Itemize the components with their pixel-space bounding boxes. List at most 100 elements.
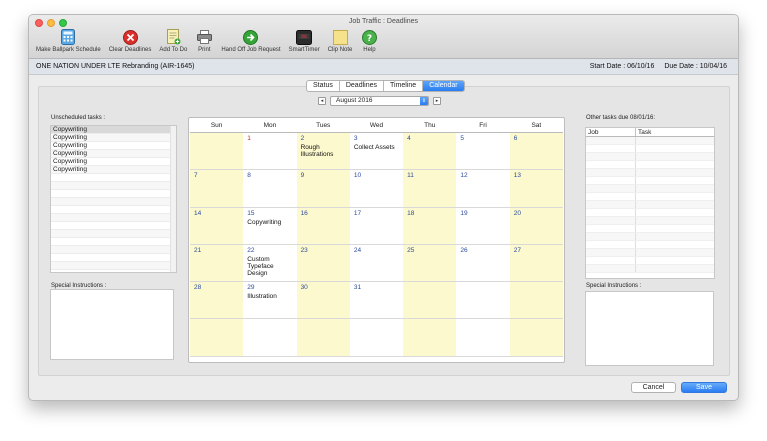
tab-deadlines[interactable]: Deadlines [340, 81, 384, 91]
calendar-day-cell[interactable]: 15 Copywriting [243, 208, 297, 245]
special-instructions-right-input[interactable] [585, 291, 714, 366]
table-row[interactable] [586, 177, 714, 185]
calendar-day-cell[interactable]: 28 [190, 282, 244, 320]
table-row[interactable] [586, 185, 714, 193]
table-row[interactable] [586, 225, 714, 233]
calendar-day-cell[interactable]: 6 [509, 133, 563, 171]
calendar-day-cell[interactable]: 8 [243, 170, 297, 208]
table-row[interactable] [586, 137, 714, 145]
calendar-day-cell[interactable]: 16 [296, 207, 350, 245]
print-button[interactable]: Print [191, 28, 217, 53]
table-row[interactable] [586, 193, 714, 201]
table-row[interactable] [586, 217, 714, 225]
table-row[interactable] [586, 265, 714, 273]
calendar-day-cell[interactable]: 9 [296, 170, 350, 208]
table-row[interactable] [586, 169, 714, 177]
list-item-empty[interactable] [51, 262, 176, 270]
next-month-button[interactable]: ▸ [433, 97, 441, 105]
list-item[interactable]: Copywriting [51, 150, 176, 158]
calendar-day-cell[interactable]: 4 [403, 133, 457, 171]
table-row[interactable] [586, 145, 714, 153]
calendar-day-cell[interactable] [456, 282, 510, 320]
list-item[interactable]: Copywriting [51, 126, 176, 134]
tab-status[interactable]: Status [307, 81, 340, 91]
calendar-day-cell[interactable]: 1 [243, 133, 297, 171]
calendar-day-cell[interactable]: 19 [456, 208, 510, 245]
calendar-day-cell[interactable]: 18 [403, 207, 457, 245]
calendar-day-cell[interactable]: 3 Collect Assets [349, 133, 404, 171]
calendar-day-cell[interactable]: 10 [349, 170, 404, 208]
list-item[interactable]: Copywriting [51, 134, 176, 142]
table-row[interactable] [586, 153, 714, 161]
smart-timer-button[interactable]: 88 SmartTimer [285, 28, 324, 53]
calendar-day-cell[interactable]: 25 [403, 244, 457, 283]
list-item-empty[interactable] [51, 190, 176, 198]
calendar-day-cell[interactable]: 26 [456, 245, 510, 283]
calendar-event[interactable]: Rough Illustrations [301, 144, 346, 158]
calendar-day-cell[interactable]: 27 [509, 244, 563, 283]
list-item[interactable]: Copywriting [51, 166, 176, 174]
column-header-job[interactable]: Job [586, 128, 636, 136]
calendar-event[interactable]: Collect Assets [354, 144, 399, 151]
calendar-day-cell[interactable]: 5 [456, 133, 510, 171]
list-item-empty[interactable] [51, 238, 176, 246]
list-item-empty[interactable] [51, 182, 176, 190]
list-item-empty[interactable] [51, 174, 176, 182]
list-item[interactable]: Copywriting [51, 158, 176, 166]
calendar-event[interactable]: Copywriting [247, 219, 292, 226]
cancel-button[interactable]: Cancel [631, 382, 676, 393]
calendar-day-cell[interactable]: 23 [296, 244, 350, 283]
add-to-do-button[interactable]: Add To Do [155, 28, 191, 53]
help-button[interactable]: ? Help [356, 28, 382, 53]
calendar-day-cell[interactable]: 7 [190, 170, 244, 208]
special-instructions-left-input[interactable] [50, 289, 174, 360]
calendar-day-cell[interactable]: 24 [349, 245, 404, 283]
other-tasks-table[interactable]: Job Task [585, 127, 715, 279]
prev-month-button[interactable]: ◂ [318, 97, 326, 105]
table-row[interactable] [586, 161, 714, 169]
calendar-day-cell[interactable]: 14 [190, 207, 244, 245]
calendar-day-cell[interactable]: 20 [509, 207, 563, 245]
table-row[interactable] [586, 241, 714, 249]
clip-note-button[interactable]: Clip Note [324, 28, 357, 53]
list-item-empty[interactable] [51, 206, 176, 214]
column-header-task[interactable]: Task [636, 128, 714, 136]
table-row[interactable] [586, 201, 714, 209]
calendar-day-cell[interactable] [296, 319, 350, 357]
list-item-empty[interactable] [51, 198, 176, 206]
calendar-day-cell[interactable]: 17 [349, 208, 404, 245]
calendar-day-cell[interactable]: 30 [296, 282, 350, 320]
calendar-day-cell[interactable]: 22 Custom Typeface Design [243, 245, 297, 283]
list-scrollbar[interactable] [170, 126, 176, 272]
list-item-empty[interactable] [51, 246, 176, 254]
list-item-empty[interactable] [51, 230, 176, 238]
calendar-day-cell[interactable] [190, 319, 244, 357]
table-row[interactable] [586, 257, 714, 265]
make-ballpark-schedule-button[interactable]: Make Ballpark Schedule [32, 28, 105, 53]
calendar-day-cell[interactable] [190, 133, 244, 171]
calendar-day-cell[interactable]: 11 [403, 170, 457, 208]
calendar-day-cell[interactable] [509, 319, 563, 357]
clear-deadlines-button[interactable]: Clear Deadlines [105, 28, 156, 53]
unscheduled-tasks-list[interactable]: Copywriting Copywriting Copywriting Copywri… [50, 125, 177, 273]
calendar-day-cell[interactable] [349, 319, 404, 357]
list-item-empty[interactable] [51, 214, 176, 222]
calendar-day-cell[interactable] [456, 319, 510, 357]
calendar-day-cell[interactable]: 31 [349, 282, 404, 320]
calendar-day-cell[interactable] [403, 319, 457, 357]
calendar-day-cell[interactable]: 29 Illustration [243, 282, 297, 320]
month-select[interactable]: August 2016 ⇕ [330, 96, 429, 106]
calendar-day-cell[interactable]: 21 [190, 244, 244, 283]
tab-calendar[interactable]: Calendar [423, 81, 464, 91]
calendar-event[interactable]: Custom Typeface Design [247, 256, 292, 277]
calendar-day-cell[interactable] [403, 282, 457, 320]
calendar-day-cell[interactable]: 2 Rough Illustrations [296, 133, 350, 171]
table-row[interactable] [586, 233, 714, 241]
calendar-day-cell[interactable]: 12 [456, 170, 510, 208]
calendar-day-cell[interactable] [509, 282, 563, 320]
table-row[interactable] [586, 249, 714, 257]
calendar-event[interactable]: Illustration [247, 293, 292, 300]
list-item[interactable]: Copywriting [51, 142, 176, 150]
save-button[interactable]: Save [681, 382, 727, 393]
hand-off-job-request-button[interactable]: Hand Off Job Request [217, 28, 284, 53]
